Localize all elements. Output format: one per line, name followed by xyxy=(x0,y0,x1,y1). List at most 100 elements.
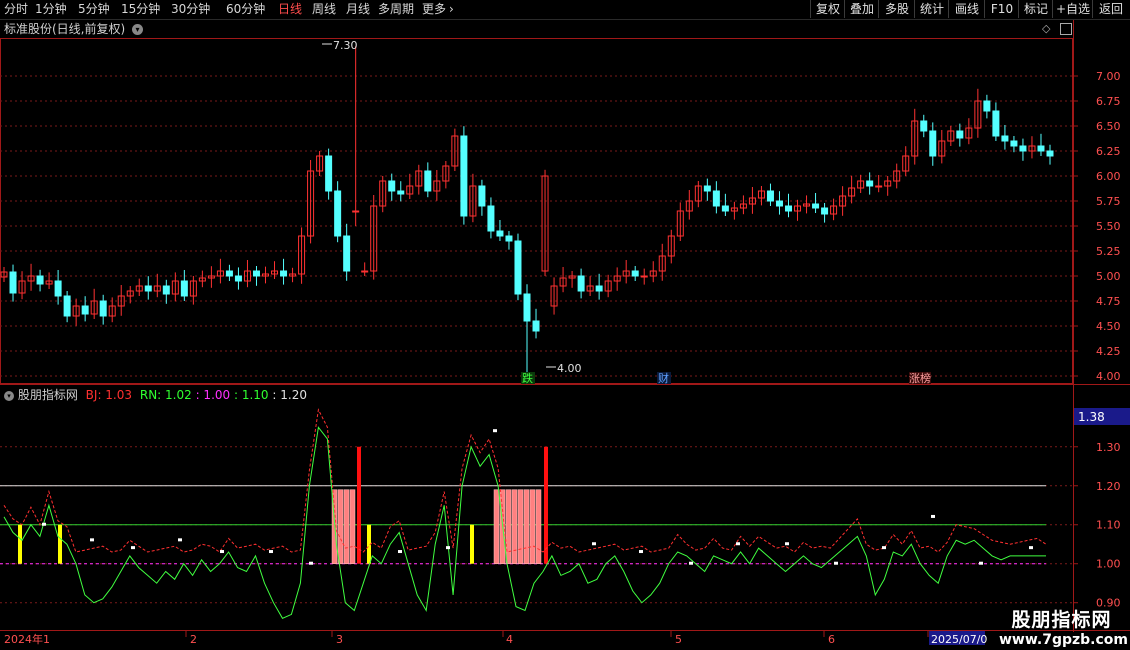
candle-body xyxy=(875,185,883,188)
x-label-06: 6 xyxy=(828,633,835,646)
candle-body xyxy=(397,190,405,195)
indicator-tick-label: 1.30 xyxy=(1096,441,1121,454)
candle-body xyxy=(956,130,964,139)
signal-bar-red xyxy=(544,446,548,564)
candle-body xyxy=(992,110,1000,137)
price-tick-label: 4.00 xyxy=(1096,370,1121,383)
indicator-tick-label: 1.00 xyxy=(1096,558,1121,571)
signal-mark-white xyxy=(178,538,182,542)
candle-body xyxy=(1037,145,1045,152)
candle-body xyxy=(703,185,711,192)
candle-body xyxy=(162,285,170,295)
candle-body xyxy=(812,203,820,209)
candle-body xyxy=(63,295,71,317)
candle-body xyxy=(36,275,44,285)
signal-mark-white xyxy=(689,561,693,565)
signal-mark-white xyxy=(1029,546,1033,550)
signal-mark-white xyxy=(882,546,886,550)
signal-mark-white xyxy=(220,550,224,554)
price-tick-label: 5.00 xyxy=(1096,270,1121,283)
candle-body xyxy=(180,280,188,297)
signal-bar-pink xyxy=(505,489,512,564)
candle-body xyxy=(334,190,342,237)
candle-body xyxy=(766,190,774,202)
candle-body xyxy=(1019,145,1027,152)
candle-body xyxy=(487,205,495,232)
current-value: 1.38 xyxy=(1078,410,1105,424)
signal-mark-white xyxy=(931,514,935,518)
price-tick-label: 5.75 xyxy=(1096,195,1121,208)
chart-canvas[interactable]: 7.00 6.75 6.50 6.25 6.00 5.75 5.50 5.25 5.00 4.75… xyxy=(0,0,1130,650)
price-tick-label: 6.50 xyxy=(1096,120,1121,133)
candle-body xyxy=(225,270,233,277)
candle-body xyxy=(1001,135,1009,142)
candle-body xyxy=(352,210,360,213)
candle-body xyxy=(478,185,486,207)
signal-bar-pink xyxy=(511,489,518,564)
signal-mark-white xyxy=(493,429,497,433)
price-tick-label: 5.50 xyxy=(1096,220,1121,233)
marker-drop[interactable]: 跌 xyxy=(522,371,533,385)
price-tick-label: 6.25 xyxy=(1096,145,1121,158)
price-tick-label: 5.25 xyxy=(1096,245,1121,258)
candle-body xyxy=(252,270,260,277)
signal-mark-white xyxy=(398,550,402,554)
candle-body xyxy=(983,100,991,112)
candle-body xyxy=(280,270,288,277)
candle-body xyxy=(1010,140,1018,147)
candle-body xyxy=(343,235,351,272)
price-tick-label: 6.75 xyxy=(1096,95,1121,108)
candle-body xyxy=(514,240,522,295)
price-tick-label: 4.50 xyxy=(1096,320,1121,333)
signal-mark-white xyxy=(446,546,450,550)
candle-body xyxy=(631,270,639,277)
candle-body xyxy=(712,190,720,207)
candle-body xyxy=(920,120,928,132)
signal-mark-white xyxy=(90,538,94,542)
price-tick-label: 4.25 xyxy=(1096,345,1121,358)
indicator-tick-label: 1.10 xyxy=(1096,519,1121,532)
watermark-url: www.7gpzb.com xyxy=(999,632,1129,648)
signal-mark-white xyxy=(269,550,273,554)
signal-bar-pink xyxy=(535,489,542,564)
signal-mark-white xyxy=(639,550,643,554)
watermark-title: 股朋指标网 xyxy=(1011,609,1112,631)
candle-body xyxy=(595,285,603,292)
signal-mark-white xyxy=(131,546,135,550)
candle-body xyxy=(721,205,729,212)
signal-bar-pink xyxy=(349,489,356,564)
signal-bar-red xyxy=(357,446,361,564)
x-label-current-date: 2025/07/0 xyxy=(931,633,987,646)
price-tick-label: 7.00 xyxy=(1096,70,1121,83)
x-label-04: 4 xyxy=(506,633,513,646)
x-label-05: 5 xyxy=(675,633,682,646)
candle-body xyxy=(929,130,937,157)
signal-bar-pink xyxy=(343,489,350,564)
candle-body xyxy=(1046,150,1054,157)
candle-body xyxy=(821,207,829,215)
candle-body xyxy=(640,275,648,278)
candle-body xyxy=(532,320,540,332)
signal-mark-white xyxy=(785,542,789,546)
candle-body xyxy=(81,305,89,315)
candle-body xyxy=(144,285,152,292)
candle-body xyxy=(361,270,369,273)
price-tick-label: 4.75 xyxy=(1096,295,1121,308)
signal-mark-white xyxy=(592,542,596,546)
candle-body xyxy=(785,205,792,212)
candle-body xyxy=(388,180,396,192)
signal-bar-pink xyxy=(517,489,524,564)
low-price-label: 4.00 xyxy=(557,362,582,375)
indicator-tick-label: 1.20 xyxy=(1096,480,1121,493)
signal-bar-pink xyxy=(523,489,530,564)
signal-mark-white xyxy=(309,561,313,565)
signal-bar-yellow xyxy=(18,524,22,564)
signal-mark-white xyxy=(42,522,46,526)
marker-rank[interactable]: 涨榜 xyxy=(909,371,931,385)
marker-finance[interactable]: 财 xyxy=(658,371,669,385)
signal-mark-white xyxy=(979,561,983,565)
candle-body xyxy=(424,170,432,192)
candle-body xyxy=(460,135,468,217)
signal-bar-yellow xyxy=(470,524,474,564)
candle-body xyxy=(496,230,504,237)
